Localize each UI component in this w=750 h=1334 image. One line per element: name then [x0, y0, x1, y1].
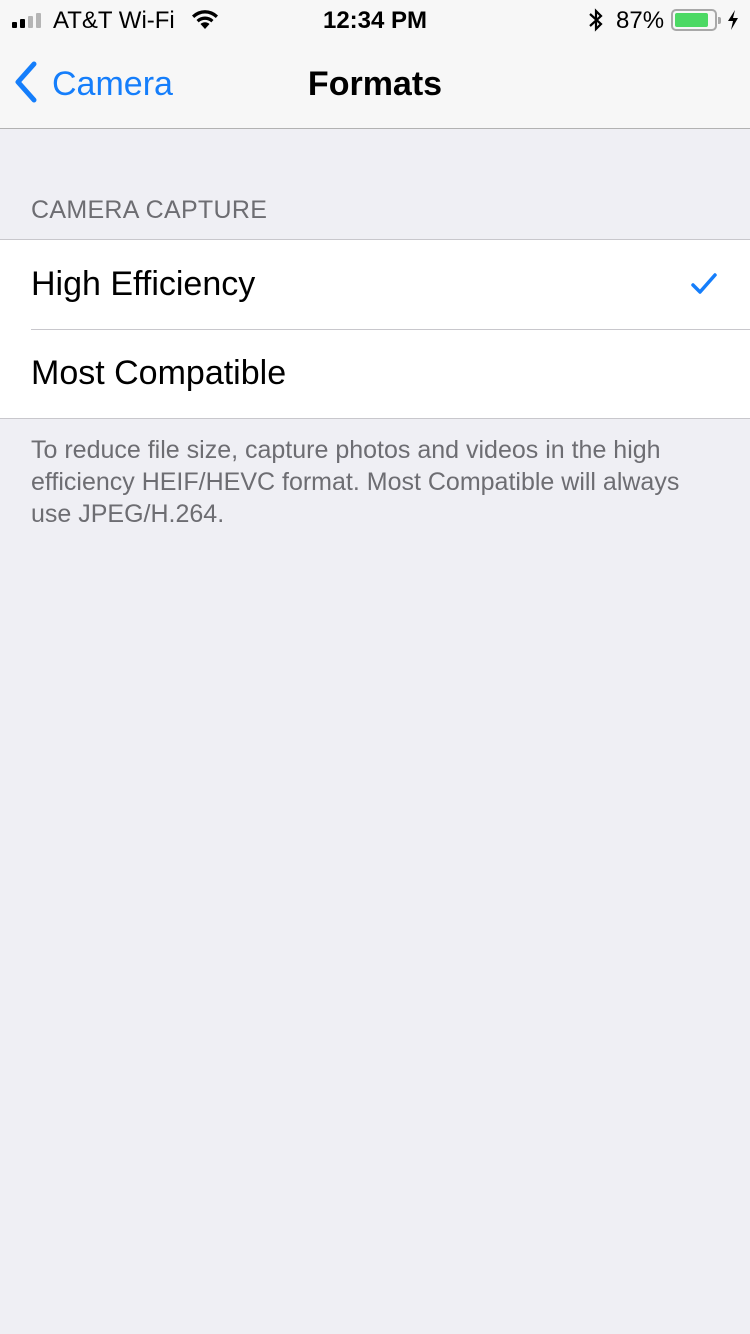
checkmark-icon [690, 272, 718, 301]
battery-nub [718, 17, 721, 24]
page-title: Formats [307, 65, 443, 103]
option-high-efficiency[interactable]: High Efficiency [0, 240, 750, 329]
option-label: High Efficiency [31, 265, 256, 303]
battery-percentage: 87% [616, 7, 665, 34]
cellular-signal-icon [12, 13, 41, 28]
bluetooth-icon [587, 7, 605, 38]
option-label: Most Compatible [31, 354, 287, 392]
section-footer-description: To reduce file size, capture photos and … [31, 436, 680, 528]
status-bar: AT&T Wi-Fi 12:34 PM 87% [0, 0, 750, 40]
carrier-label: AT&T Wi-Fi [53, 7, 175, 34]
section-header: CAMERA CAPTURE [31, 196, 268, 224]
wifi-icon [190, 8, 220, 35]
battery-level-fill [675, 13, 709, 27]
option-most-compatible[interactable]: Most Compatible [0, 329, 750, 418]
format-options-list: High Efficiency Most Compatible [0, 239, 750, 419]
navigation-bar: Camera Formats [0, 40, 750, 129]
charging-bolt-icon [726, 9, 740, 36]
battery-icon [671, 9, 721, 31]
